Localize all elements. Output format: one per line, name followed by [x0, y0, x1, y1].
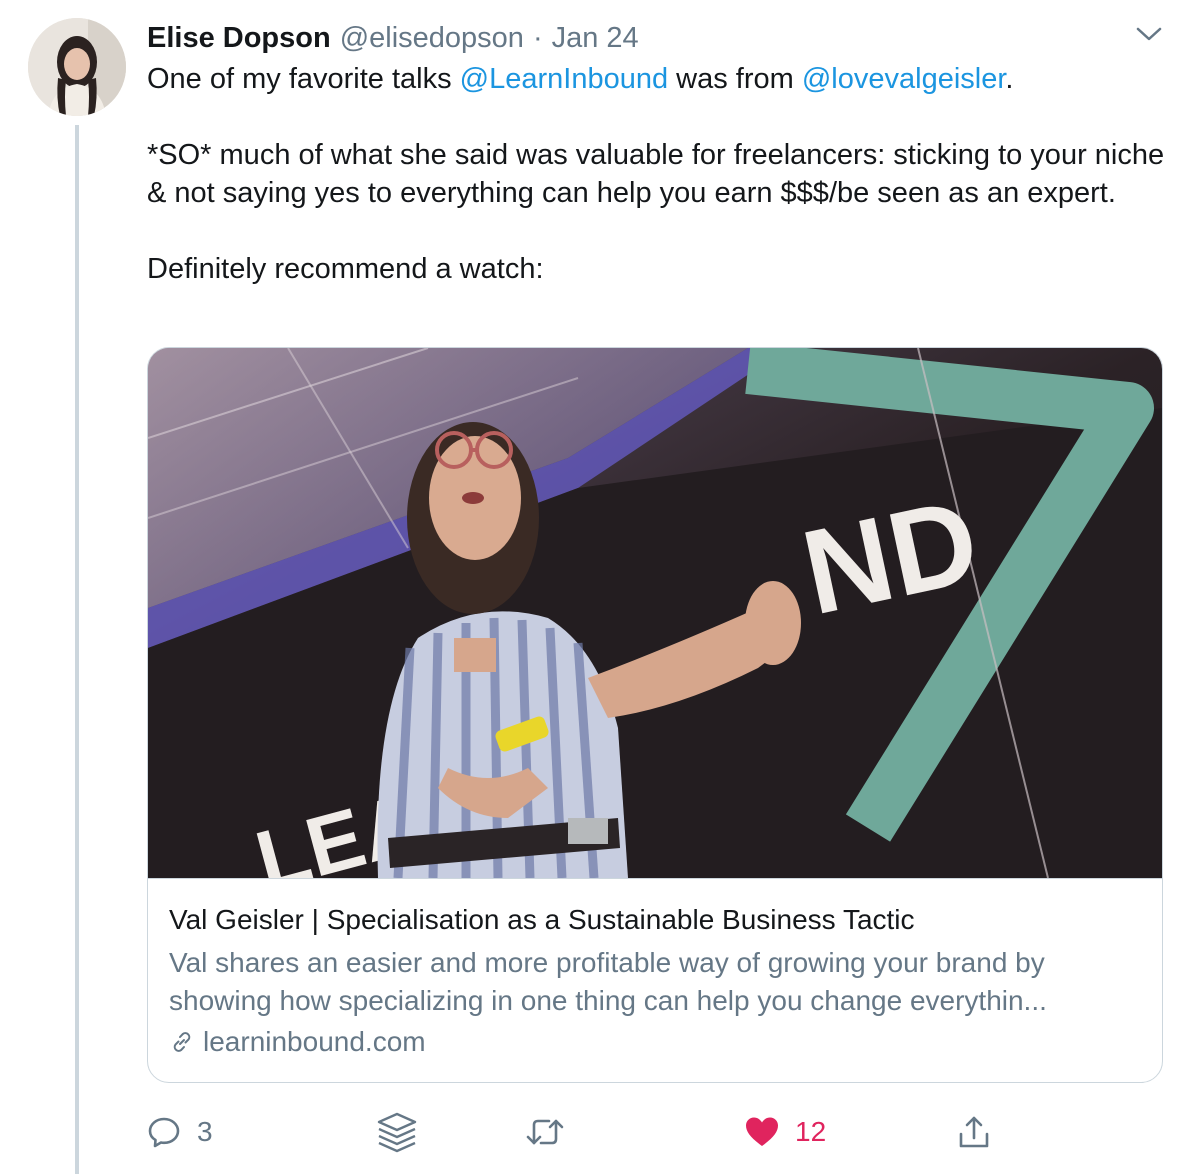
text-segment: was from [668, 63, 802, 95]
stack-layers-icon [377, 1112, 417, 1153]
card-description: Val shares an easier and more profitable… [169, 944, 1144, 1020]
mention-lovevalgeisler[interactable]: @lovevalgeisler [802, 63, 1006, 95]
tweet-text: One of my favorite talks @LearnInbound w… [147, 60, 1167, 288]
card-title[interactable]: Val Geisler | Specialisation as a Sustai… [169, 902, 1149, 938]
tweet-text-paragraph-3: Definitely recommend a watch: [147, 253, 544, 285]
like-count: 12 [795, 1116, 827, 1147]
thread-connector-line [75, 125, 79, 1174]
avatar[interactable] [28, 18, 126, 116]
link-preview-card[interactable]: ND LEAR Val Geisler | Specialisation as … [147, 347, 1163, 1083]
share-upload-icon [959, 1116, 989, 1148]
author-handle[interactable]: @elisedopson [340, 22, 524, 55]
mention-learninbound[interactable]: @LearnInbound [460, 63, 668, 95]
header-separator: · [532, 21, 543, 54]
card-description-line-1: Val shares an easier and more profitable… [169, 947, 1045, 978]
tweet-text-paragraph-2: *SO* much of what she said was valuable … [147, 139, 1165, 209]
link-chain-icon [173, 1032, 191, 1052]
retweet-icon [526, 1119, 564, 1145]
tweet-date[interactable]: Jan 24 [552, 22, 639, 55]
card-image[interactable]: ND LEAR [148, 348, 1162, 879]
thread-layers-button[interactable] [375, 1110, 419, 1154]
speech-bubble-icon [148, 1117, 180, 1148]
reply-button[interactable]: 3 [147, 1110, 213, 1154]
card-domain[interactable]: learninbound.com [169, 1024, 426, 1060]
tweet-actions: 3 12 [147, 1110, 1007, 1154]
heart-icon [746, 1117, 778, 1146]
text-segment: One of my favorite talks [147, 63, 460, 95]
like-button[interactable]: 12 [745, 1110, 826, 1154]
chevron-down-icon[interactable] [1134, 22, 1164, 46]
retweet-button[interactable] [525, 1110, 565, 1154]
card-description-line-2: showing how specializing in one thing ca… [169, 985, 1047, 1016]
share-button[interactable] [957, 1110, 991, 1154]
tweet-header: Elise Dopson @elisedopson · Jan 24 [147, 20, 639, 56]
reply-count: 3 [197, 1116, 213, 1147]
author-name[interactable]: Elise Dopson [147, 22, 331, 55]
text-segment: . [1005, 63, 1014, 95]
card-domain-text: learninbound.com [203, 1026, 426, 1057]
tweet-text-line-1: One of my favorite talks @LearnInbound w… [147, 60, 1167, 98]
